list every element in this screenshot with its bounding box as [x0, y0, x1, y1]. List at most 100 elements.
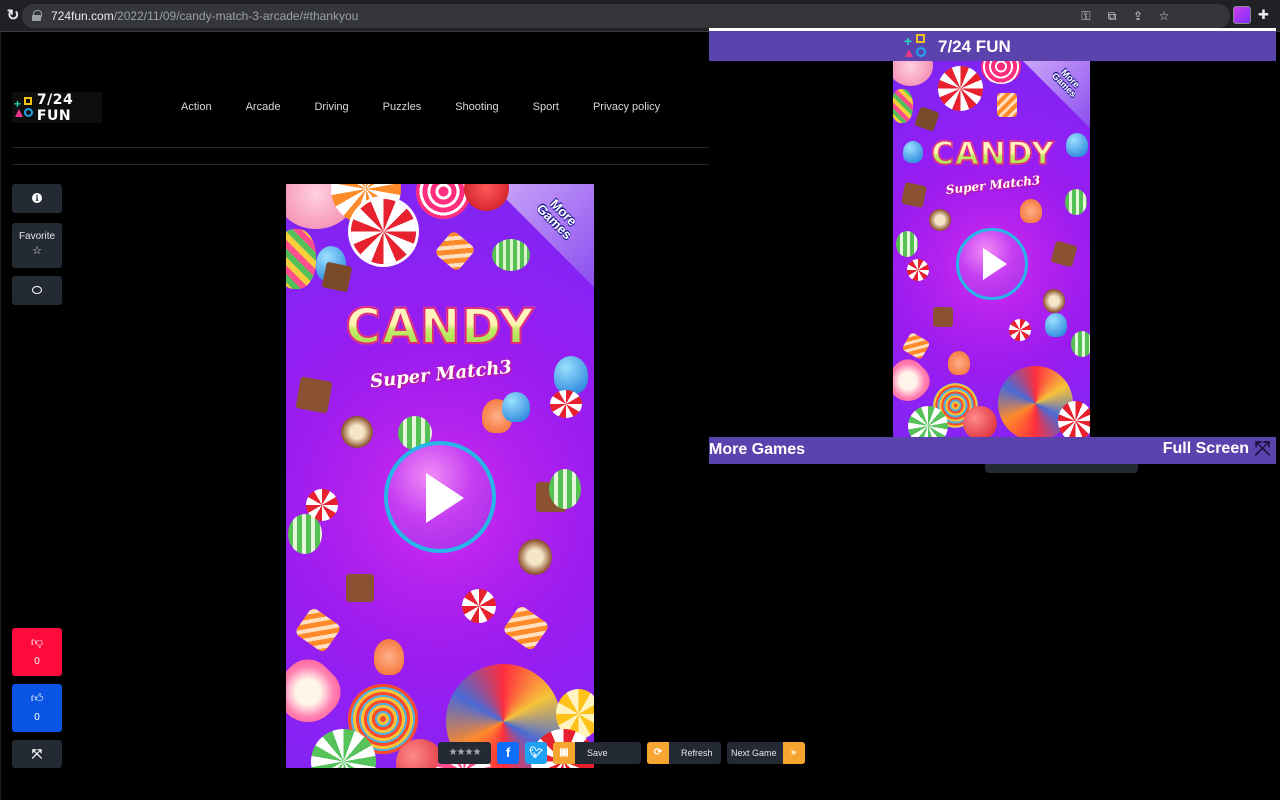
- next-arrow-icon: »: [782, 742, 805, 764]
- candy-decoration: [938, 66, 983, 111]
- dislike-count: 0: [34, 656, 40, 667]
- next-game-button[interactable]: Next Game »: [727, 742, 805, 764]
- candy-decoration: [549, 469, 581, 509]
- candy-decoration: [346, 574, 374, 602]
- candy-decoration: [929, 209, 951, 231]
- fullscreen-button[interactable]: ⤧: [12, 740, 62, 768]
- candy-decoration: [288, 514, 322, 554]
- candy-decoration: [997, 93, 1017, 117]
- overlay-full-screen-link[interactable]: Full Screen: [1163, 440, 1249, 458]
- overlay-game-canvas[interactable]: More Games CANDY Super Match3: [893, 61, 1090, 437]
- key-icon[interactable]: ⚿: [1078, 8, 1094, 24]
- candy-decoration: [900, 181, 928, 209]
- overlay-header: + 7/24 FUN: [709, 31, 1276, 61]
- thumbs-up-icon: 👍︎: [30, 691, 44, 705]
- game-title: CANDY: [320, 298, 560, 356]
- url-path: /2022/11/09/candy-match-3-arcade/#thanky…: [113, 9, 359, 23]
- candy-decoration: [914, 106, 940, 132]
- like-button[interactable]: 👍︎ 0: [12, 684, 62, 732]
- rating-stars[interactable]: ★★★★: [438, 742, 491, 764]
- address-bar-actions: ⚿ ⧉ ⇪ ☆: [1078, 8, 1172, 24]
- save-score-button[interactable]: ▣ Save Score: [553, 742, 641, 764]
- info-button[interactable]: i: [12, 184, 62, 213]
- game-subtitle: Super Match3: [369, 356, 513, 393]
- candy-decoration: [492, 239, 530, 271]
- twitter-icon: 🐦︎: [529, 747, 543, 759]
- reload-icon[interactable]: ↻: [4, 7, 22, 25]
- candy-decoration: [907, 259, 929, 281]
- candy-decoration: [1020, 199, 1042, 223]
- candy-decoration: [295, 376, 333, 414]
- site-logo[interactable]: + 7/24 FUN: [12, 91, 102, 124]
- star-icon: ☆: [32, 245, 42, 257]
- comment-button[interactable]: [12, 276, 62, 305]
- candy-decoration: [554, 356, 588, 394]
- game-canvas[interactable]: More Games CANDY Super Match3: [286, 184, 594, 768]
- twitter-share-button[interactable]: 🐦︎: [525, 742, 547, 764]
- comment-icon: [32, 286, 42, 294]
- nav-puzzles[interactable]: Puzzles: [383, 101, 422, 113]
- overlay-underlay-panel: [985, 464, 1138, 473]
- expand-arrows-icon[interactable]: ⤧: [1251, 438, 1274, 461]
- nav-driving[interactable]: Driving: [314, 101, 348, 113]
- nav-arcade[interactable]: Arcade: [246, 101, 281, 113]
- candy-decoration: [1066, 133, 1088, 157]
- nav-privacy-policy[interactable]: Privacy policy: [593, 101, 660, 113]
- bookmark-star-icon[interactable]: ☆: [1156, 8, 1172, 24]
- thumbs-down-icon: 👎︎: [30, 635, 44, 649]
- url-text[interactable]: 724fun.com/2022/11/09/candy-match-3-arca…: [51, 9, 358, 23]
- game-toolbar: ★★★★ f 🐦︎ ▣ Save Score ⟳ Refresh Next Ga…: [438, 742, 805, 766]
- puzzle-icon[interactable]: ✚: [1258, 7, 1269, 23]
- logo-text: 7/24 FUN: [36, 91, 74, 124]
- lock-icon[interactable]: [32, 10, 42, 21]
- extension-candy-icon[interactable]: [1233, 6, 1251, 24]
- address-bar[interactable]: 724fun.com/2022/11/09/candy-match-3-arca…: [22, 4, 1230, 28]
- candy-decoration: [286, 649, 351, 735]
- candy-decoration: [1009, 319, 1031, 341]
- candy-decoration: [351, 199, 416, 264]
- expand-icon: ⤧: [31, 746, 43, 761]
- logo-shapes-icon: +: [14, 96, 33, 119]
- overlay-logo[interactable]: + 7/24 FUN: [902, 34, 1011, 60]
- candy-decoration: [462, 589, 496, 623]
- overlay-more-games-link[interactable]: More Games: [709, 441, 805, 459]
- share-icon[interactable]: ⇪: [1130, 8, 1146, 24]
- facebook-share-button[interactable]: f: [497, 742, 519, 764]
- nav-action[interactable]: Action: [181, 101, 212, 113]
- candy-decoration: [963, 406, 997, 437]
- candy-decoration: [1045, 313, 1067, 337]
- page-edge: [0, 32, 1, 800]
- candy-decoration: [893, 352, 937, 410]
- overlay-footer: More Games Full Screen ⤧: [709, 437, 1276, 464]
- dislike-button[interactable]: 👎︎ 0: [12, 628, 62, 676]
- save-icon: ▣: [553, 742, 575, 764]
- candy-decoration: [901, 331, 931, 361]
- candy-decoration: [341, 416, 373, 448]
- translate-icon[interactable]: ⧉: [1104, 8, 1120, 24]
- refresh-button[interactable]: ⟳ Refresh: [647, 742, 721, 764]
- candy-decoration: [433, 229, 477, 273]
- candy-decoration: [502, 604, 550, 652]
- candy-decoration: [550, 390, 582, 418]
- save-score-label: Save Score: [587, 748, 608, 758]
- candy-decoration: [1050, 240, 1078, 268]
- candy-decoration: [896, 231, 918, 257]
- refresh-label: Refresh: [681, 748, 713, 758]
- overlay-play-icon: [983, 248, 1007, 280]
- nav-shooting[interactable]: Shooting: [455, 101, 498, 113]
- candy-decoration: [286, 229, 316, 289]
- candy-decoration: [1043, 289, 1065, 313]
- info-icon: i: [32, 193, 42, 203]
- main-nav: Action Arcade Driving Puzzles Shooting S…: [181, 101, 694, 113]
- favorite-button[interactable]: Favorite ☆: [12, 223, 62, 268]
- candy-decoration: [948, 351, 970, 375]
- candy-decoration: [416, 184, 471, 219]
- candy-decoration: [464, 184, 509, 211]
- refresh-icon: ⟳: [647, 742, 669, 764]
- candy-decoration: [1058, 401, 1090, 437]
- candy-decoration: [321, 261, 353, 293]
- candy-decoration: [1065, 189, 1087, 215]
- candy-decoration: [294, 606, 342, 654]
- nav-sport[interactable]: Sport: [533, 101, 559, 113]
- candy-decoration: [518, 539, 552, 575]
